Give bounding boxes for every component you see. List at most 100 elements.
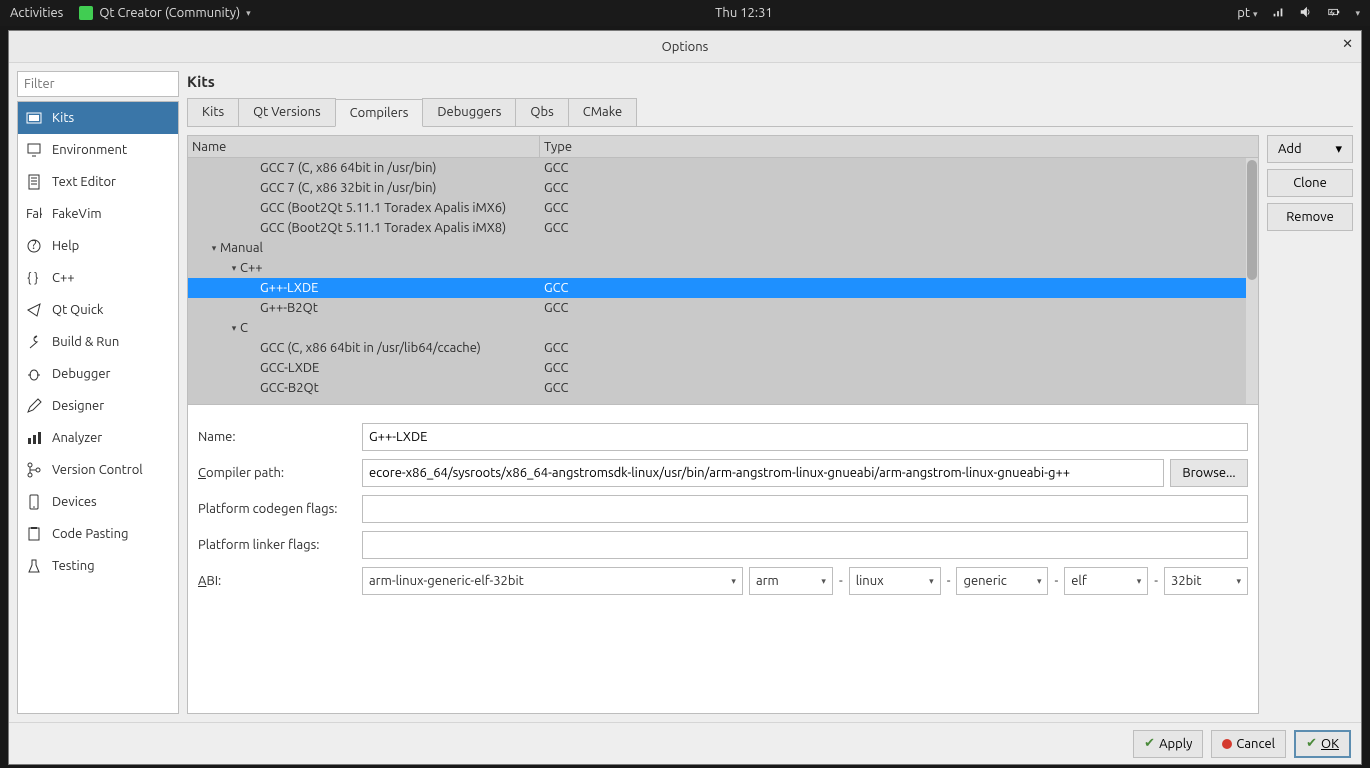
- sidebar-item-help[interactable]: ? Help: [18, 230, 178, 262]
- sidebar-item-label: Debugger: [52, 367, 110, 381]
- page-title: Kits: [187, 73, 1353, 90]
- cancel-button[interactable]: Cancel: [1211, 730, 1286, 758]
- compiler-path-label: Compiler path:: [198, 466, 356, 480]
- main-panel: Kits Kits Qt Versions Compilers Debugger…: [187, 71, 1353, 714]
- sidebar-item-label: Kits: [52, 111, 74, 125]
- abi-os-select[interactable]: linux▾: [849, 567, 941, 595]
- device-icon: [26, 494, 42, 510]
- lang-indicator[interactable]: pt ▾: [1237, 6, 1257, 20]
- svg-text:{ }: { }: [27, 271, 38, 285]
- tree-row[interactable]: GCC (Boot2Qt 5.11.1 Toradex Apalis iMX8)…: [188, 218, 1258, 238]
- expand-icon[interactable]: ▾: [228, 323, 240, 334]
- sidebar-item-testing[interactable]: Testing: [18, 550, 178, 582]
- system-menu-icon[interactable]: ▾: [1355, 8, 1360, 19]
- filter-input[interactable]: [17, 71, 179, 97]
- sidebar-item-kits[interactable]: Kits: [18, 102, 178, 134]
- fakevim-icon: Fake: [26, 206, 42, 222]
- qtquick-icon: [26, 302, 42, 318]
- document-icon: [26, 174, 42, 190]
- col-name[interactable]: Name: [188, 136, 540, 157]
- tree-row[interactable]: GCC 7 (C, x86 64bit in /usr/bin)GCC: [188, 158, 1258, 178]
- compiler-path-input[interactable]: [362, 459, 1164, 487]
- compiler-tree: Name Type GCC 7 (C, x86 64bit in /usr/bi…: [187, 135, 1259, 405]
- tab-qbs[interactable]: Qbs: [515, 98, 568, 126]
- clipboard-icon: [26, 526, 42, 542]
- tree-row[interactable]: G++-LXDEGCC: [188, 278, 1258, 298]
- abi-format-select[interactable]: elf▾: [1064, 567, 1148, 595]
- abi-width-select[interactable]: 32bit▾: [1164, 567, 1248, 595]
- sidebar-item-devices[interactable]: Devices: [18, 486, 178, 518]
- tree-row[interactable]: GCC 7 (C, x86 32bit in /usr/bin)GCC: [188, 178, 1258, 198]
- sidebar-item-environment[interactable]: Environment: [18, 134, 178, 166]
- abi-full-select[interactable]: arm-linux-generic-elf-32bit▾: [362, 567, 743, 595]
- tree-row[interactable]: ▾Manual: [188, 238, 1258, 258]
- dialog-titlebar: Options ✕: [9, 31, 1361, 63]
- tree-row-name: GCC 7 (C, x86 32bit in /usr/bin): [260, 181, 436, 195]
- tree-row-name: C: [240, 321, 248, 335]
- tree-row[interactable]: GCC-B2QtGCC: [188, 378, 1258, 398]
- linker-input[interactable]: [362, 531, 1248, 559]
- battery-icon[interactable]: [1327, 5, 1341, 22]
- ok-button[interactable]: ✔OK: [1294, 730, 1351, 758]
- sidebar-item-build-run[interactable]: Build & Run: [18, 326, 178, 358]
- sidebar-item-analyzer[interactable]: Analyzer: [18, 422, 178, 454]
- dialog-title: Options: [662, 40, 709, 54]
- tab-debuggers[interactable]: Debuggers: [422, 98, 516, 126]
- tree-row[interactable]: GCC (Boot2Qt 5.11.1 Toradex Apalis iMX6)…: [188, 198, 1258, 218]
- sidebar-item-label: Designer: [52, 399, 104, 413]
- tab-cmake[interactable]: CMake: [568, 98, 637, 126]
- flask-icon: [26, 558, 42, 574]
- clock[interactable]: Thu 12:31: [251, 6, 1238, 20]
- add-button[interactable]: Add▾: [1267, 135, 1353, 163]
- sidebar-item-version-control[interactable]: Version Control: [18, 454, 178, 486]
- stop-icon: [1222, 739, 1232, 749]
- app-menu[interactable]: Qt Creator (Community) ▾: [79, 6, 250, 20]
- network-icon[interactable]: [1271, 5, 1285, 22]
- scrollbar[interactable]: [1246, 158, 1258, 404]
- abi-arch-select[interactable]: arm▾: [749, 567, 833, 595]
- sidebar-item-label: Qt Quick: [52, 303, 103, 317]
- sidebar-item-label: Text Editor: [52, 175, 116, 189]
- clone-button[interactable]: Clone: [1267, 169, 1353, 197]
- tree-row[interactable]: ▾C: [188, 318, 1258, 338]
- sidebar-item-cpp[interactable]: { } C++: [18, 262, 178, 294]
- scroll-thumb[interactable]: [1247, 160, 1257, 280]
- abi-flavor-select[interactable]: generic▾: [956, 567, 1048, 595]
- codegen-input[interactable]: [362, 495, 1248, 523]
- tree-row[interactable]: GCC (C, x86 64bit in /usr/lib64/ccache)G…: [188, 338, 1258, 358]
- tree-body[interactable]: GCC 7 (C, x86 64bit in /usr/bin)GCCGCC 7…: [188, 158, 1258, 404]
- volume-icon[interactable]: [1299, 5, 1313, 22]
- chart-icon: [26, 430, 42, 446]
- tab-qt-versions[interactable]: Qt Versions: [238, 98, 336, 126]
- sidebar-item-designer[interactable]: Designer: [18, 390, 178, 422]
- expand-icon[interactable]: ▾: [228, 263, 240, 274]
- activities-button[interactable]: Activities: [10, 6, 63, 20]
- tree-row[interactable]: GCC-LXDEGCC: [188, 358, 1258, 378]
- col-type[interactable]: Type: [540, 136, 1258, 157]
- sidebar-item-code-pasting[interactable]: Code Pasting: [18, 518, 178, 550]
- tab-kits[interactable]: Kits: [187, 98, 239, 126]
- tree-row-name: GCC (C, x86 64bit in /usr/lib64/ccache): [260, 341, 481, 355]
- svg-text:Fake: Fake: [26, 207, 42, 221]
- qt-icon: [79, 6, 93, 20]
- sidebar-item-qt-quick[interactable]: Qt Quick: [18, 294, 178, 326]
- name-input[interactable]: [362, 423, 1248, 451]
- tree-row-type: GCC: [540, 361, 1258, 375]
- tree-row-name: GCC (Boot2Qt 5.11.1 Toradex Apalis iMX6): [260, 201, 506, 215]
- close-icon[interactable]: ✕: [1342, 37, 1353, 52]
- expand-icon[interactable]: ▾: [208, 243, 220, 254]
- sidebar-item-text-editor[interactable]: Text Editor: [18, 166, 178, 198]
- sidebar-item-debugger[interactable]: Debugger: [18, 358, 178, 390]
- tree-row[interactable]: ▾C++: [188, 258, 1258, 278]
- tab-compilers[interactable]: Compilers: [335, 99, 424, 127]
- tree-row[interactable]: G++-B2QtGCC: [188, 298, 1258, 318]
- sidebar-item-fakevim[interactable]: Fake FakeVim: [18, 198, 178, 230]
- app-name: Qt Creator (Community): [99, 6, 240, 20]
- browse-button[interactable]: Browse...: [1170, 459, 1248, 487]
- remove-button[interactable]: Remove: [1267, 203, 1353, 231]
- action-buttons: Add▾ Clone Remove: [1267, 135, 1353, 714]
- apply-button[interactable]: ✔Apply: [1133, 730, 1203, 758]
- tree-header: Name Type: [188, 136, 1258, 158]
- help-icon: ?: [26, 238, 42, 254]
- sidebar-item-label: FakeVim: [52, 207, 102, 221]
